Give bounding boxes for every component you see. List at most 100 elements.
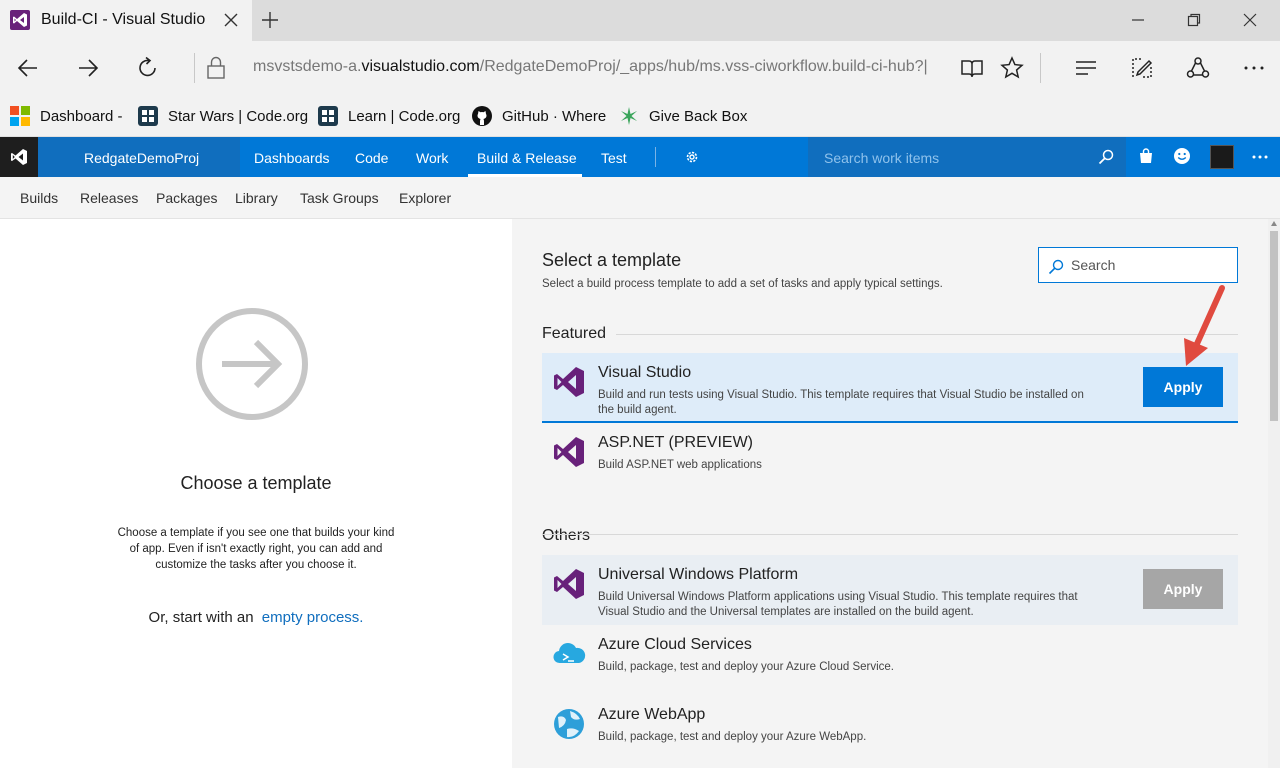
subnav-packages[interactable]: Packages bbox=[156, 190, 217, 206]
subnav-builds[interactable]: Builds bbox=[20, 190, 58, 206]
template-name: ASP.NET (PREVIEW) bbox=[598, 434, 753, 451]
lock-icon bbox=[207, 56, 225, 79]
template-search-input[interactable] bbox=[1069, 256, 1229, 274]
minimize-button[interactable] bbox=[1110, 0, 1166, 41]
tab-build-release[interactable]: Build & Release bbox=[477, 150, 577, 166]
share-button[interactable] bbox=[1176, 41, 1220, 95]
address-bar[interactable]: msvstsdemo-a.visualstudio.com/RedgateDem… bbox=[253, 58, 939, 76]
visual-studio-icon bbox=[554, 367, 584, 397]
restore-icon bbox=[1187, 13, 1201, 27]
tab-work[interactable]: Work bbox=[416, 150, 448, 166]
page-scrollbar[interactable] bbox=[1268, 219, 1280, 768]
favorite-star-wars[interactable]: Star Wars | Code.org bbox=[138, 95, 308, 137]
select-template-title: Select a template bbox=[542, 250, 682, 270]
gear-icon[interactable] bbox=[684, 149, 700, 165]
code-org-icon bbox=[318, 106, 338, 126]
template-azure-webapp[interactable]: Azure WebApp Build, package, test and de… bbox=[542, 695, 1238, 765]
project-name[interactable]: RedgateDemoProj bbox=[38, 137, 240, 177]
template-azure-cloud-services[interactable]: Azure Cloud Services Build, package, tes… bbox=[542, 625, 1238, 695]
apply-button[interactable]: Apply bbox=[1143, 367, 1223, 407]
favorite-dashboard[interactable]: Dashboard - bbox=[10, 95, 123, 137]
divider bbox=[655, 147, 656, 167]
subnav-releases[interactable]: Releases bbox=[80, 190, 138, 206]
minimize-icon bbox=[1132, 19, 1144, 21]
select-template-subtitle: Select a build process template to add a… bbox=[542, 278, 943, 290]
browser-navigation-bar: msvstsdemo-a.visualstudio.com/RedgateDem… bbox=[0, 41, 1280, 95]
others-section-label: Others bbox=[542, 527, 591, 544]
divider bbox=[194, 53, 195, 83]
or-start-text: Or, start with an bbox=[148, 609, 254, 626]
url-prefix: msvstsdemo-a. bbox=[253, 58, 362, 75]
reading-view-button[interactable] bbox=[950, 41, 994, 95]
web-note-icon bbox=[1132, 58, 1153, 78]
subnav-library[interactable]: Library bbox=[235, 190, 278, 206]
web-note-button[interactable] bbox=[1120, 41, 1164, 95]
url-path: /RedgateDemoProj/_apps/hub/ms.vss-ciwork… bbox=[479, 58, 928, 75]
divider bbox=[616, 334, 1238, 335]
visual-studio-icon bbox=[554, 437, 584, 467]
back-arrow-icon bbox=[17, 59, 37, 77]
build-release-subnav: Builds Releases Packages Library Task Gr… bbox=[0, 177, 1280, 219]
more-dots-icon bbox=[1244, 66, 1264, 70]
template-name: Azure Cloud Services bbox=[598, 636, 752, 653]
browser-tab-bar: Build-CI - Visual Studio bbox=[0, 0, 1280, 41]
search-icon bbox=[1098, 149, 1114, 165]
choose-template-description: Choose a template if you see one that bu… bbox=[117, 527, 395, 571]
close-tab-icon[interactable] bbox=[222, 11, 240, 29]
star-icon bbox=[1000, 56, 1024, 79]
book-icon bbox=[961, 60, 983, 78]
featured-section-label: Featured bbox=[542, 325, 607, 342]
code-org-icon bbox=[138, 106, 158, 126]
work-item-search[interactable]: Search work items bbox=[808, 137, 1126, 177]
github-icon bbox=[472, 106, 492, 126]
template-search-box bbox=[1038, 247, 1238, 283]
divider bbox=[1040, 53, 1041, 83]
favorite-give-back-box[interactable]: Give Back Box bbox=[619, 95, 747, 137]
marketplace-bag-icon[interactable] bbox=[1137, 147, 1155, 165]
avatar[interactable] bbox=[1210, 145, 1234, 169]
template-visual-studio[interactable]: Visual Studio Build and run tests using … bbox=[542, 353, 1238, 423]
refresh-icon bbox=[139, 56, 156, 77]
refresh-button[interactable] bbox=[126, 41, 170, 95]
empty-process-prompt: Or, start with an empty process. bbox=[0, 609, 512, 626]
favorite-learn[interactable]: Learn | Code.org bbox=[318, 95, 460, 137]
apply-button[interactable]: Apply bbox=[1143, 569, 1223, 609]
hub-button[interactable] bbox=[1064, 41, 1108, 95]
url-host: visualstudio.com bbox=[361, 58, 480, 75]
new-tab-icon[interactable] bbox=[260, 10, 280, 30]
more-dots-icon[interactable] bbox=[1252, 155, 1268, 159]
arrow-circle-icon bbox=[196, 308, 308, 420]
template-name: Visual Studio bbox=[598, 364, 692, 381]
favorite-label: GitHub · Where bbox=[502, 107, 607, 125]
scroll-thumb[interactable] bbox=[1270, 231, 1278, 421]
template-name: Azure WebApp bbox=[598, 706, 706, 723]
cloud-icon bbox=[553, 643, 586, 664]
tab-code[interactable]: Code bbox=[355, 150, 388, 166]
restore-button[interactable] bbox=[1166, 0, 1222, 41]
star-leaf-icon bbox=[621, 107, 637, 125]
template-asp-net[interactable]: ASP.NET (PREVIEW) Build ASP.NET web appl… bbox=[542, 423, 1238, 493]
favorite-label: Give Back Box bbox=[649, 107, 748, 125]
globe-icon bbox=[554, 709, 584, 739]
browser-tab[interactable]: Build-CI - Visual Studio bbox=[0, 0, 252, 41]
share-icon bbox=[1186, 57, 1210, 78]
favorite-button[interactable] bbox=[990, 41, 1034, 95]
tab-dashboards[interactable]: Dashboards bbox=[254, 150, 330, 166]
scroll-up-arrow-icon[interactable] bbox=[1271, 221, 1277, 226]
template-universal-windows-platform[interactable]: Universal Windows Platform Build Univers… bbox=[542, 555, 1238, 625]
forward-button[interactable] bbox=[66, 41, 110, 95]
more-button[interactable] bbox=[1232, 41, 1276, 95]
visual-studio-icon bbox=[554, 569, 584, 599]
back-button[interactable] bbox=[6, 41, 50, 95]
tab-title: Build-CI - Visual Studio bbox=[41, 11, 206, 28]
choose-template-title: Choose a template bbox=[180, 473, 332, 493]
favorite-label: Dashboard - bbox=[40, 107, 123, 125]
smiley-icon[interactable] bbox=[1173, 147, 1191, 165]
tab-test[interactable]: Test bbox=[601, 150, 627, 166]
vsts-logo[interactable] bbox=[0, 137, 38, 177]
subnav-task-groups[interactable]: Task Groups bbox=[300, 190, 379, 206]
subnav-explorer[interactable]: Explorer bbox=[399, 190, 451, 206]
favorite-github[interactable]: GitHub · Where bbox=[472, 95, 606, 137]
empty-process-link[interactable]: empty process. bbox=[262, 609, 364, 626]
close-window-button[interactable] bbox=[1222, 0, 1278, 41]
